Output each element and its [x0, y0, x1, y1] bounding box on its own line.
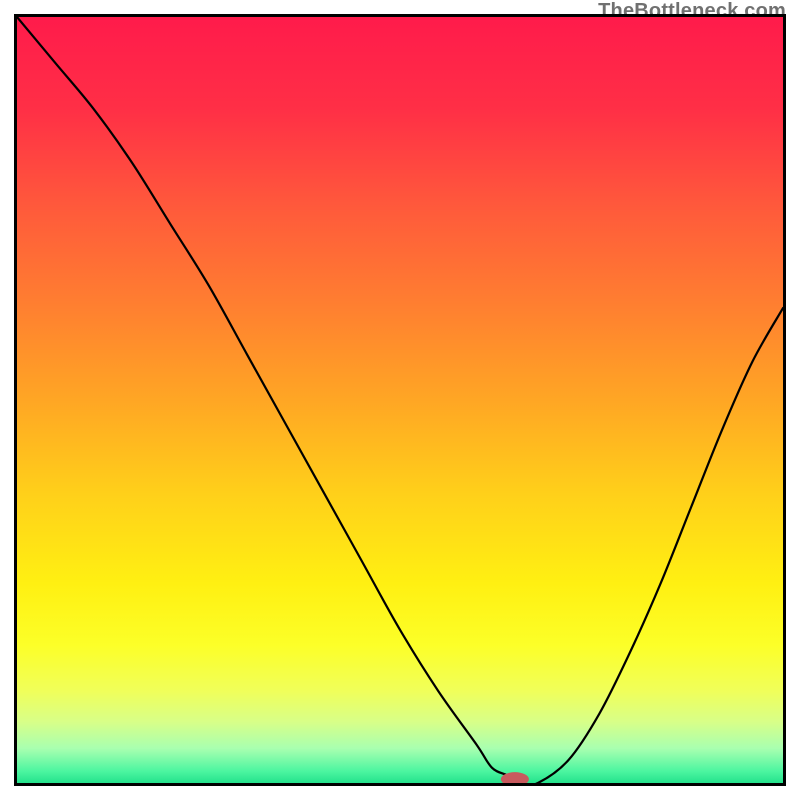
gradient-background: [17, 17, 783, 783]
plot-area: [14, 14, 786, 786]
bottleneck-chart: TheBottleneck.com: [0, 0, 800, 800]
plot-svg: [17, 17, 783, 783]
